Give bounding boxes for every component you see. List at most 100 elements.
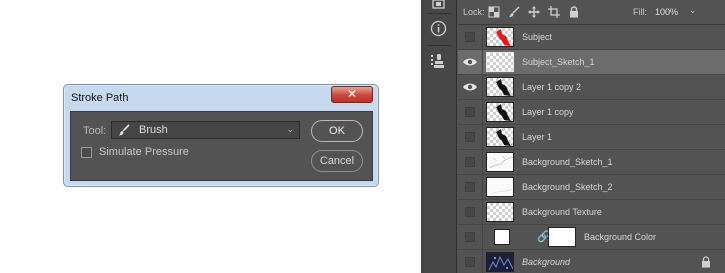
lock-image-pixels-icon[interactable]	[508, 6, 520, 18]
visibility-toggle[interactable]	[461, 103, 479, 121]
lock-position-icon[interactable]	[528, 6, 540, 18]
layers-panel: Lock: Fill: 100% ⌄ Subject Subject_Sketc…	[421, 0, 725, 273]
layer-thumbnail	[486, 27, 514, 47]
tool-select[interactable]: Brush ⌄	[111, 121, 300, 139]
layer-lock-icon	[702, 256, 710, 268]
visibility-toggle[interactable]	[461, 128, 479, 146]
fill-value[interactable]: 100%	[655, 7, 678, 17]
black-subject-thumb	[496, 129, 511, 146]
layer-thumbnail	[486, 152, 514, 172]
layer-subject-sketch-1[interactable]: Subject_Sketch_1	[458, 50, 725, 75]
stroke-path-dialog: Stroke Path ✕ Tool: Brush ⌄ Simulate Pre…	[63, 84, 379, 187]
dialog-title: Stroke Path	[71, 92, 129, 104]
visibility-toggle[interactable]	[461, 78, 479, 96]
visibility-off-box	[465, 207, 475, 217]
column-separator	[482, 25, 483, 50]
lock-transparent-pixels-icon[interactable]	[488, 6, 500, 18]
layer-background-color[interactable]: 🔗 Background Color	[458, 225, 725, 250]
simulate-pressure-checkbox[interactable]	[81, 147, 92, 158]
panel-toolstrip	[421, 0, 457, 273]
sketch-thumb	[489, 155, 513, 169]
black-subject-thumb	[496, 104, 511, 121]
info-icon[interactable]	[430, 20, 447, 37]
lock-bar: Lock: Fill: 100% ⌄	[458, 0, 725, 25]
layer-background-texture[interactable]: Background Texture	[458, 200, 725, 225]
layer-name: Layer 1	[522, 132, 553, 142]
black-subject-thumb	[496, 79, 511, 96]
layer-name: Background	[522, 257, 571, 267]
visibility-toggle[interactable]	[461, 253, 479, 271]
history-icon[interactable]	[430, 0, 447, 17]
clone-source-icon[interactable]	[430, 53, 447, 70]
ok-button[interactable]: OK	[311, 120, 363, 142]
cancel-button[interactable]: Cancel	[311, 150, 363, 172]
layers-list: Subject Subject_Sketch_1 Layer 1 copy 2 …	[458, 25, 725, 273]
layer-1-copy[interactable]: Layer 1 copy	[458, 100, 725, 125]
toolstrip-separator	[427, 13, 451, 14]
column-separator	[482, 175, 483, 200]
toolstrip-separator	[427, 45, 451, 46]
layer-name: Background_Sketch_1	[522, 157, 613, 167]
layer-thumbnail	[486, 102, 514, 122]
fill-label: Fill:	[633, 7, 647, 17]
sketch-thumb	[490, 188, 513, 195]
layer-thumbnail	[486, 177, 514, 197]
visibility-off-box	[465, 257, 475, 267]
chevron-down-icon: ⌄	[286, 124, 294, 134]
visibility-off-box	[465, 182, 475, 192]
layer-1[interactable]: Layer 1	[458, 125, 725, 150]
visibility-toggle[interactable]	[461, 153, 479, 171]
column-separator	[482, 125, 483, 150]
layer-background-sketch-1[interactable]: Background_Sketch_1	[458, 150, 725, 175]
column-separator	[482, 75, 483, 100]
layer-name: Background Color	[584, 232, 657, 242]
visibility-toggle[interactable]	[461, 28, 479, 46]
column-separator	[482, 250, 483, 273]
column-separator	[482, 225, 483, 250]
column-separator	[482, 100, 483, 125]
layer-name: Layer 1 copy	[522, 107, 574, 117]
layer-thumbnail	[486, 202, 514, 222]
visibility-toggle[interactable]	[461, 228, 479, 246]
layer-thumbnail	[486, 127, 514, 147]
lock-all-icon[interactable]	[568, 6, 580, 18]
column-separator	[482, 150, 483, 175]
visibility-toggle[interactable]	[461, 53, 479, 71]
column-separator	[482, 50, 483, 75]
tool-value: Brush	[139, 124, 168, 136]
column-separator	[482, 200, 483, 225]
visibility-off-box	[465, 132, 475, 142]
visibility-off-box	[465, 157, 475, 167]
fill-layer-swatch	[494, 229, 510, 245]
layer-subject[interactable]: Subject	[458, 25, 725, 50]
layer-name: Subject	[522, 32, 553, 42]
layer-1-copy-2[interactable]: Layer 1 copy 2	[458, 75, 725, 100]
layer-thumbnail	[486, 252, 514, 272]
close-button[interactable]: ✕	[331, 86, 373, 103]
layer-name: Background Texture	[522, 207, 602, 217]
dialog-body: Tool: Brush ⌄ Simulate Pressure OK Cance…	[70, 111, 373, 181]
eye-icon	[463, 83, 477, 91]
visibility-toggle[interactable]	[461, 203, 479, 221]
chevron-down-icon[interactable]: ⌄	[689, 5, 697, 16]
layer-thumbnail	[486, 77, 514, 97]
visibility-off-box	[465, 32, 475, 42]
simulate-pressure-label[interactable]: Simulate Pressure	[99, 146, 189, 158]
visibility-toggle[interactable]	[461, 178, 479, 196]
eye-icon	[463, 58, 477, 66]
layer-thumbnail	[486, 52, 514, 72]
dark-image-thumb	[488, 255, 513, 271]
red-subject-thumb	[496, 29, 511, 46]
lock-artboard-icon[interactable]	[548, 6, 560, 18]
layer-name: Layer 1 copy 2	[522, 82, 582, 92]
visibility-off-box	[465, 232, 475, 242]
layer-background-sketch-2[interactable]: Background_Sketch_2	[458, 175, 725, 200]
brush-icon	[118, 124, 130, 136]
layer-background[interactable]: Background	[458, 250, 725, 273]
lock-label: Lock:	[463, 7, 485, 17]
layer-name: Background_Sketch_2	[522, 182, 613, 192]
layer-name: Subject_Sketch_1	[522, 57, 595, 67]
layer-mask-thumbnail	[548, 227, 576, 247]
tool-label: Tool:	[83, 125, 107, 137]
visibility-off-box	[465, 107, 475, 117]
